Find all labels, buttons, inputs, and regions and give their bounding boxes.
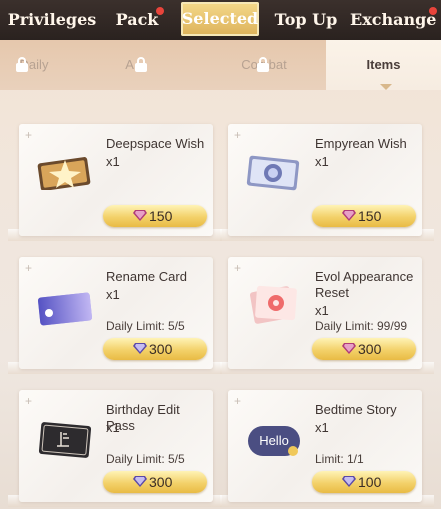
plus-icon: +	[25, 261, 33, 275]
shop-item-card[interactable]: + Evol Appearance Reset x1 Daily Limit: …	[228, 257, 422, 369]
daily-limit: Daily Limit: 5/5	[106, 319, 185, 333]
shop-item-card[interactable]: + Empyrean Wish x1 150	[228, 124, 422, 236]
sub-nav: Daily A... Combat Items	[0, 40, 441, 90]
moon-icon	[288, 446, 298, 456]
daily-limit: Daily Limit: 99/99	[315, 319, 408, 333]
tab-top-up[interactable]: Top Up	[272, 0, 340, 40]
tab-exchange[interactable]: Exchange	[350, 0, 436, 40]
price-value: 300	[149, 341, 173, 357]
item-qty: x1	[106, 287, 120, 302]
plus-icon: +	[234, 128, 242, 142]
gem-icon	[342, 476, 356, 487]
gem-icon	[133, 476, 147, 487]
daily-limit: Daily Limit: 5/5	[106, 452, 185, 466]
item-qty: x1	[315, 154, 329, 169]
shop-item-card[interactable]: + Hello Bedtime Story x1 Limit: 1/1 100	[228, 390, 422, 502]
buy-button[interactable]: 100	[312, 471, 416, 493]
pack-badge	[156, 7, 164, 15]
tab-privileges[interactable]: Privileges	[4, 0, 100, 40]
gem-icon	[133, 210, 147, 221]
lock-icon	[134, 57, 148, 73]
shop-item-card[interactable]: + Rename Card x1 Daily Limit: 5/5 300	[19, 257, 213, 369]
item-qty: x1	[106, 420, 120, 435]
item-name: Empyrean Wish	[315, 136, 407, 151]
price-value: 150	[358, 208, 382, 224]
price-value: 150	[149, 208, 173, 224]
item-qty: x1	[106, 154, 120, 169]
gem-icon	[342, 210, 356, 221]
empyrean-wish-icon	[246, 155, 300, 191]
lock-icon	[256, 57, 270, 73]
item-name: Bedtime Story	[315, 402, 397, 417]
rename-card-icon	[37, 292, 93, 326]
subtab-items-label: Items	[366, 57, 401, 72]
buy-button[interactable]: 300	[103, 338, 207, 360]
item-qty: x1	[315, 420, 329, 435]
plus-icon: +	[234, 394, 242, 408]
lock-icon	[15, 57, 29, 73]
plus-icon: +	[25, 394, 33, 408]
subtab-daily[interactable]: Daily	[0, 40, 68, 90]
top-nav: Privileges Pack Selected Top Up Exchange	[0, 0, 441, 40]
speech-bubble-text: Hello	[259, 433, 289, 448]
daily-limit: Limit: 1/1	[315, 452, 364, 466]
item-name: Evol Appearance Reset	[315, 269, 414, 300]
subtab-items[interactable]: Items	[326, 40, 441, 90]
gem-icon	[342, 343, 356, 354]
buy-button[interactable]: 150	[103, 205, 207, 227]
tab-selected[interactable]: Selected	[181, 2, 259, 36]
price-value: 300	[358, 341, 382, 357]
plus-icon: +	[25, 128, 33, 142]
price-value: 100	[358, 474, 382, 490]
buy-button[interactable]: 300	[312, 338, 416, 360]
item-name: Birthday Edit Pass	[106, 402, 180, 433]
active-subtab-indicator	[380, 84, 392, 90]
evol-reset-icon	[250, 285, 297, 324]
tab-pack[interactable]: Pack	[106, 0, 168, 40]
gem-icon	[133, 343, 147, 354]
item-name: Deepspace Wish	[106, 136, 205, 151]
item-qty: x1	[315, 303, 329, 318]
birthday-pass-icon	[38, 422, 92, 458]
price-value: 300	[149, 474, 173, 490]
plus-icon: +	[234, 261, 242, 275]
shop-item-card[interactable]: + Birthday Edit Pass x1 Daily Limit: 5/5…	[19, 390, 213, 502]
shop-item-card[interactable]: + Deepspace Wish x1 150	[19, 124, 213, 236]
exchange-badge	[429, 7, 437, 15]
buy-button[interactable]: 150	[312, 205, 416, 227]
item-name: Rename Card	[106, 269, 187, 284]
deepspace-wish-icon	[37, 157, 91, 190]
buy-button[interactable]: 300	[103, 471, 207, 493]
